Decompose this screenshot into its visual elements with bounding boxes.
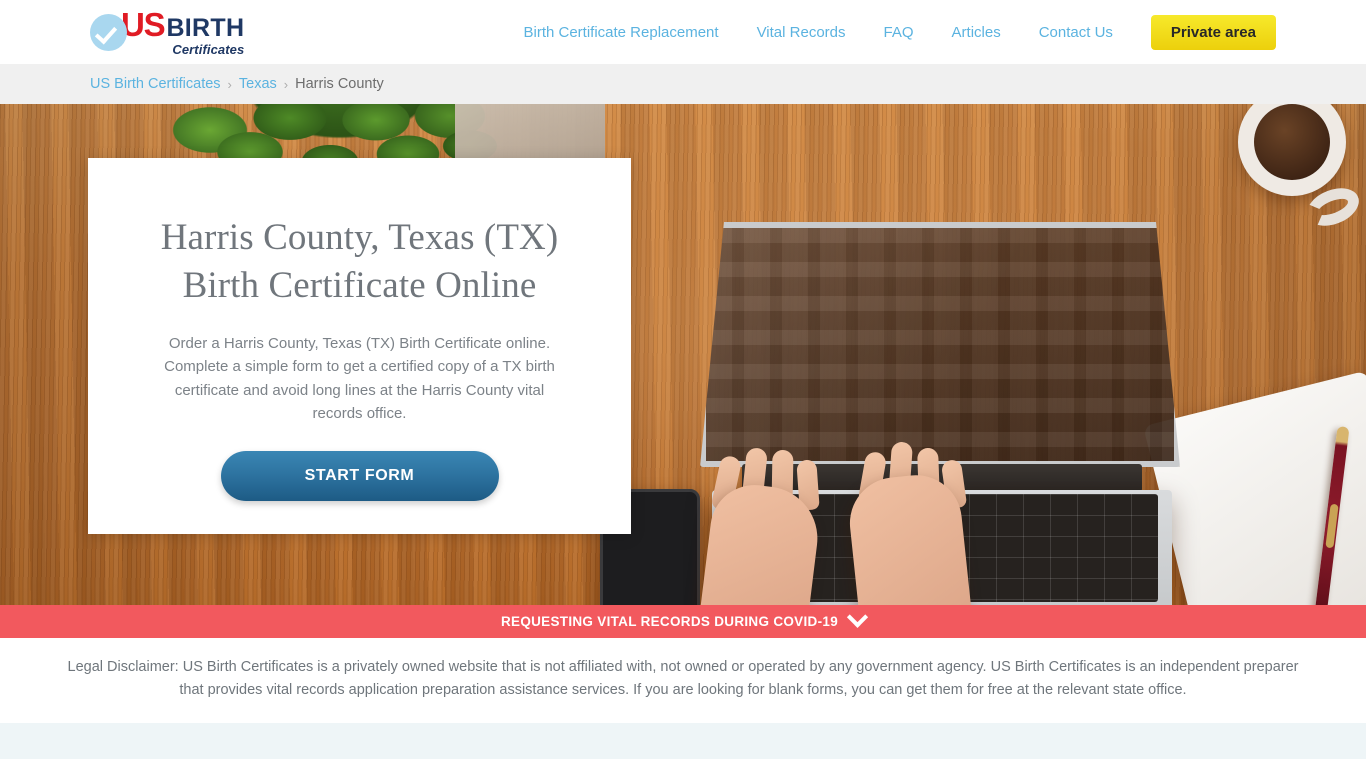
- breadcrumb-item-current: Harris County: [295, 76, 384, 92]
- nav-item-birth-certificate-replacement[interactable]: Birth Certificate Replacement: [504, 24, 737, 41]
- logo-us-text: US: [121, 6, 166, 43]
- hero-section: Harris County, Texas (TX) Birth Certific…: [0, 104, 1366, 605]
- covid-notice-label: REQUESTING VITAL RECORDS DURING COVID-19: [500, 614, 839, 629]
- hero-subtitle: Order a Harris County, Texas (TX) Birth …: [164, 335, 555, 422]
- breadcrumb: US Birth Certificates › Texas › Harris C…: [0, 64, 1366, 104]
- nav-item-contact-us[interactable]: Contact Us: [1020, 24, 1132, 41]
- covid-notice-banner[interactable]: REQUESTING VITAL RECORDS DURING COVID-19: [0, 605, 1366, 638]
- page-title: Harris County, Texas (TX) Birth Certific…: [132, 214, 587, 310]
- private-area-button[interactable]: Private area: [1150, 14, 1276, 50]
- site-header: US BIRTH Certificates Birth Certificate …: [0, 0, 1366, 64]
- logo-birth-text: BIRTH: [166, 14, 245, 42]
- main-navigation: Birth Certificate Replacement Vital Reco…: [504, 14, 1276, 50]
- check-circle-icon: [90, 13, 127, 51]
- chevron-down-icon[interactable]: [846, 606, 869, 628]
- logo-certificates-text: Certificates: [172, 42, 245, 57]
- nav-item-faq[interactable]: FAQ: [865, 24, 933, 41]
- breadcrumb-item-home[interactable]: US Birth Certificates: [90, 76, 221, 92]
- site-logo[interactable]: US BIRTH Certificates: [90, 8, 244, 56]
- next-content-section: [0, 722, 1366, 759]
- laptop-screen: [700, 222, 1180, 467]
- hero-card: Harris County, Texas (TX) Birth Certific…: [88, 158, 631, 534]
- page-title-line-1: Harris County, Texas (TX): [160, 217, 559, 258]
- nav-item-vital-records[interactable]: Vital Records: [738, 24, 865, 41]
- laptop-screen-reflection: [706, 228, 1174, 461]
- start-form-button[interactable]: START FORM: [220, 451, 499, 502]
- logo-wordmark: US BIRTH Certificates: [121, 8, 244, 56]
- page-title-line-2: Birth Certificate Online: [182, 265, 537, 307]
- legal-disclaimer: Legal Disclaimer: US Birth Certificates …: [0, 638, 1366, 723]
- breadcrumb-item-texas[interactable]: Texas: [239, 76, 277, 92]
- breadcrumb-separator-icon: ›: [283, 76, 289, 92]
- nav-item-articles[interactable]: Articles: [933, 24, 1020, 41]
- breadcrumb-separator-icon: ›: [227, 76, 232, 92]
